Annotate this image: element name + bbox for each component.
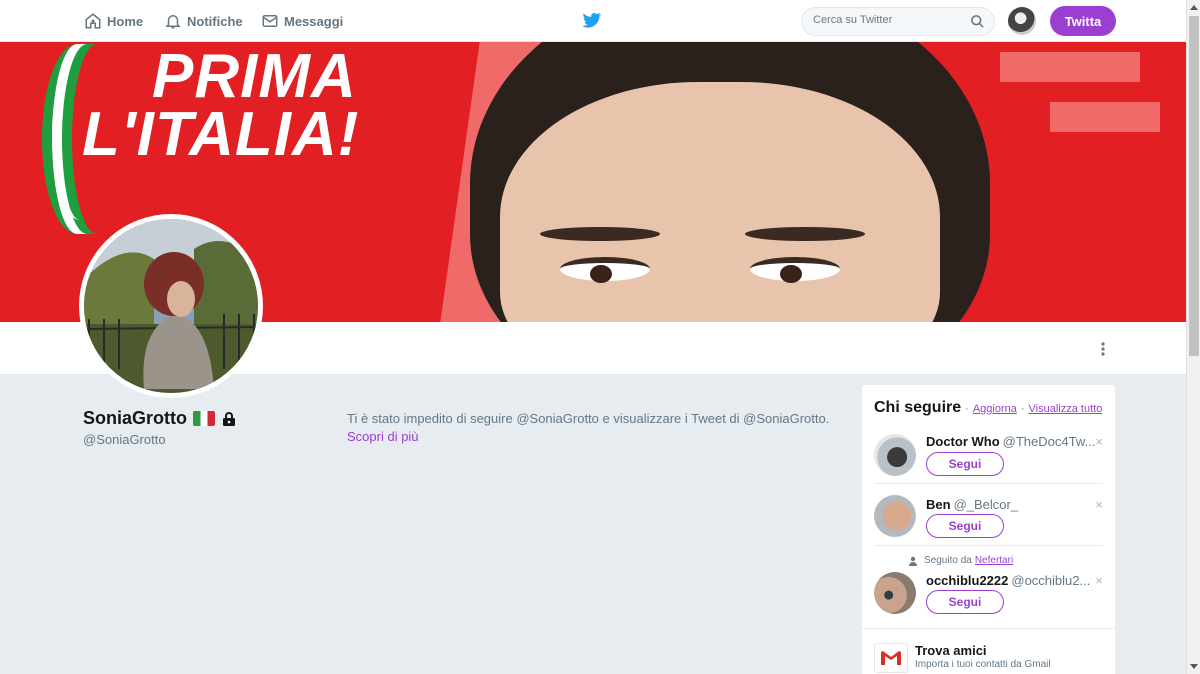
- suggestion-avatar[interactable]: [874, 434, 916, 476]
- suggestion-name[interactable]: Doctor Who @TheDoc4Tw...: [926, 434, 1095, 449]
- followed-by: Seguito da Nefertari: [908, 555, 1013, 566]
- page-scrollbar[interactable]: [1186, 0, 1200, 674]
- banner-slogan-line2: L'ITALIA!: [82, 100, 360, 169]
- search-box[interactable]: [801, 7, 995, 36]
- nav-notifications-label: Notifiche: [187, 13, 243, 29]
- suggestion-avatar[interactable]: [874, 495, 916, 537]
- suggestion-name-text: Ben: [926, 497, 951, 512]
- profile-name: SoniaGrotto: [83, 408, 237, 429]
- blocked-message-text: Ti è stato impedito di seguire @SoniaGro…: [347, 411, 830, 426]
- suggestion-item: Seguito da Nefertari occhiblu2222 @occhib…: [874, 555, 1103, 615]
- followed-by-link[interactable]: Nefertari: [975, 555, 1013, 566]
- bell-icon: [165, 15, 181, 29]
- suggestion-handle: @occhiblu2...: [1011, 573, 1091, 588]
- gmail-icon: [874, 643, 908, 673]
- suggestion-name[interactable]: occhiblu2222 @occhiblu2...: [926, 573, 1090, 588]
- followed-by-prefix: Seguito da: [924, 555, 972, 566]
- find-friends-subtitle: Importa i tuoi contatti da Gmail: [915, 659, 1051, 670]
- search-input[interactable]: [813, 14, 963, 26]
- envelope-icon: [262, 15, 278, 27]
- banner-portrait-eye: [560, 257, 650, 283]
- banner-slogan: PRIMA L'ITALIA!: [82, 42, 360, 169]
- banner-stripe: [1000, 52, 1140, 82]
- who-to-follow-panel: Chi seguire · Aggiorna · Visualizza tutt…: [862, 385, 1115, 674]
- separator-dot: ·: [965, 403, 969, 415]
- top-nav-bar: Home Notifiche Messaggi Twitta: [0, 0, 1186, 42]
- suggestion-avatar[interactable]: [874, 572, 916, 614]
- banner-portrait-brow: [745, 227, 865, 241]
- blocked-message: Ti è stato impedito di seguire @SoniaGro…: [347, 410, 847, 446]
- suggestion-item: Ben @_Belcor_ × Segui: [874, 495, 1103, 545]
- lock-icon: [223, 411, 235, 426]
- suggestion-item: Doctor Who @TheDoc4Tw... × Segui: [874, 432, 1103, 482]
- refresh-link[interactable]: Aggiorna: [973, 403, 1017, 415]
- italy-flag-icon: [193, 411, 215, 426]
- suggestion-name-text: Doctor Who: [926, 434, 1000, 449]
- nav-home-label: Home: [107, 13, 144, 29]
- nav-home[interactable]: Home: [84, 12, 143, 30]
- suggestion-name[interactable]: Ben @_Belcor_: [926, 497, 1018, 512]
- dismiss-icon[interactable]: ×: [1095, 434, 1103, 449]
- banner-portrait-brow: [540, 227, 660, 241]
- person-icon: [909, 556, 917, 566]
- suggestion-handle: @TheDoc4Tw...: [1002, 434, 1096, 449]
- scrollbar-thumb[interactable]: [1189, 16, 1199, 356]
- nav-messages-label: Messaggi: [284, 13, 344, 29]
- more-options-icon[interactable]: [1098, 341, 1108, 357]
- banner-portrait-eye: [750, 257, 840, 283]
- banner-portrait-face: [500, 82, 940, 322]
- banner-slogan-line1: PRIMA: [152, 42, 357, 111]
- follow-button[interactable]: Segui: [926, 452, 1004, 476]
- find-friends[interactable]: Trova amici Importa i tuoi contatti da G…: [862, 628, 1115, 674]
- user-avatar[interactable]: [1008, 7, 1036, 35]
- suggestion-name-text: occhiblu2222: [926, 573, 1009, 588]
- divider: [874, 483, 1103, 484]
- view-all-link[interactable]: Visualizza tutto: [1029, 403, 1103, 415]
- scroll-down-arrow-icon[interactable]: [1187, 660, 1200, 674]
- banner-stripe: [1050, 102, 1160, 132]
- profile-avatar[interactable]: [79, 214, 263, 398]
- profile-name-text: SoniaGrotto: [83, 408, 187, 428]
- suggestion-handle: @_Belcor_: [953, 497, 1019, 512]
- scroll-up-arrow-icon[interactable]: [1187, 0, 1200, 14]
- profile-handle: @SoniaGrotto: [83, 432, 166, 447]
- follow-button[interactable]: Segui: [926, 514, 1004, 538]
- separator-dot: ·: [1020, 403, 1025, 415]
- follow-button[interactable]: Segui: [926, 590, 1004, 614]
- twitter-bird-icon[interactable]: [582, 12, 602, 35]
- nav-notifications[interactable]: Notifiche: [164, 12, 243, 30]
- nav-messages[interactable]: Messaggi: [261, 12, 343, 30]
- home-icon: [85, 13, 101, 29]
- who-to-follow-title: Chi seguire: [874, 399, 962, 416]
- find-friends-title[interactable]: Trova amici: [915, 643, 987, 658]
- dismiss-icon[interactable]: ×: [1095, 497, 1103, 512]
- dismiss-icon[interactable]: ×: [1095, 573, 1103, 588]
- tweet-button[interactable]: Twitta: [1050, 6, 1116, 36]
- search-icon[interactable]: [970, 14, 985, 34]
- divider: [874, 545, 1103, 546]
- who-to-follow-header: Chi seguire · Aggiorna · Visualizza tutt…: [874, 399, 1102, 417]
- learn-more-link[interactable]: Scopri di più: [347, 429, 419, 444]
